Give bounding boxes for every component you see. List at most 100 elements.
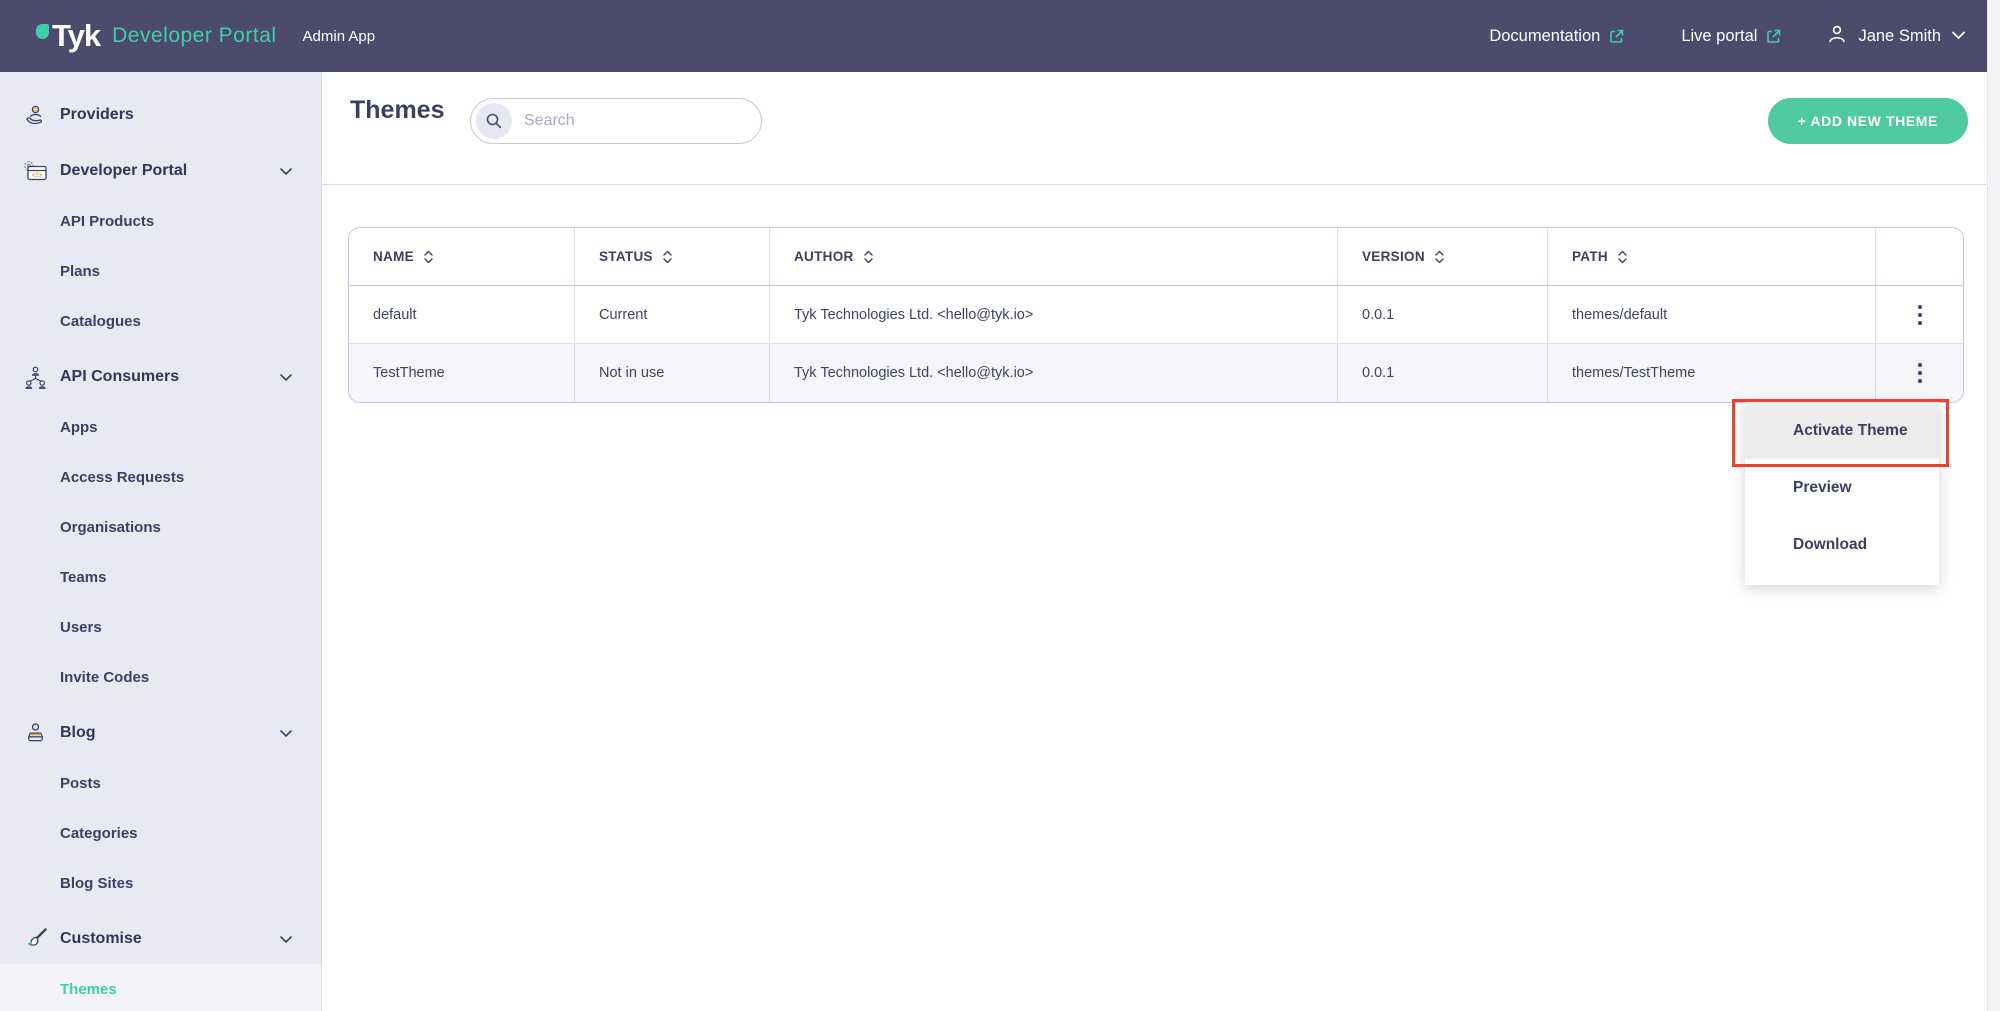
column-header-author[interactable]: AUTHOR: [770, 228, 1338, 286]
sidebar-item-providers[interactable]: Providers: [0, 90, 321, 140]
sidebar-item-api-products[interactable]: API Products: [0, 196, 321, 246]
providers-icon: [20, 102, 50, 129]
sidebar-item-organisations[interactable]: Organisations: [0, 502, 321, 552]
live-portal-link-label: Live portal: [1681, 27, 1757, 46]
user-menu[interactable]: Jane Smith: [1826, 23, 1966, 50]
themes-table: NAME STATUS AUTHOR VERSION PATH defa: [348, 227, 1964, 403]
kebab-menu-icon[interactable]: [1906, 297, 1934, 333]
column-header-path[interactable]: PATH: [1548, 228, 1876, 286]
sidebar-item-plans[interactable]: Plans: [0, 246, 321, 296]
column-header-name[interactable]: NAME: [349, 228, 575, 286]
app-label: Admin App: [303, 28, 376, 45]
search-box[interactable]: [470, 98, 762, 144]
table-header-row: NAME STATUS AUTHOR VERSION PATH: [349, 228, 1963, 286]
sidebar-item-label: Posts: [60, 775, 101, 792]
sidebar-item-label: Teams: [60, 569, 106, 586]
menu-item-download[interactable]: Download: [1745, 516, 1939, 573]
sidebar-item-customise[interactable]: Customise: [0, 914, 321, 964]
row-context-menu: Activate Theme Preview Download: [1745, 402, 1939, 585]
sidebar-item-label: Categories: [60, 825, 138, 842]
cell-path: themes/default: [1548, 286, 1876, 344]
menu-item-activate-theme[interactable]: Activate Theme: [1745, 402, 1939, 459]
sidebar-item-blog-sites[interactable]: Blog Sites: [0, 858, 321, 908]
column-header-label: NAME: [373, 249, 414, 264]
sidebar-item-catalogues[interactable]: Catalogues: [0, 296, 321, 346]
sidebar-item-label: Users: [60, 619, 102, 636]
live-portal-link[interactable]: Live portal: [1681, 27, 1782, 46]
add-new-theme-button[interactable]: + ADD NEW THEME: [1768, 98, 1968, 144]
sidebar-item-posts[interactable]: Posts: [0, 758, 321, 808]
search-icon: [476, 103, 512, 139]
sidebar: Providers </> Developer Portal API Produ…: [0, 72, 322, 1011]
blog-icon: [20, 720, 50, 747]
external-link-icon: [1765, 28, 1782, 45]
menu-item-preview[interactable]: Preview: [1745, 459, 1939, 516]
sort-icon[interactable]: [863, 249, 874, 265]
sidebar-item-label: Access Requests: [60, 469, 184, 486]
sidebar-item-label: Catalogues: [60, 313, 141, 330]
sidebar-item-developer-portal[interactable]: </> Developer Portal: [0, 146, 321, 196]
user-icon: [1826, 23, 1848, 50]
sidebar-item-label: API Consumers: [60, 368, 179, 386]
sidebar-item-label: Apps: [60, 419, 98, 436]
svg-text:</>: </>: [31, 170, 41, 179]
column-header-actions: [1876, 228, 1963, 286]
sidebar-item-blog[interactable]: Blog: [0, 708, 321, 758]
developer-portal-icon: </>: [20, 158, 50, 185]
sidebar-item-label: Themes: [60, 981, 117, 998]
column-header-version[interactable]: VERSION: [1338, 228, 1548, 286]
sidebar-item-api-consumers[interactable]: API Consumers: [0, 352, 321, 402]
cell-version: 0.0.1: [1338, 344, 1548, 402]
user-name: Jane Smith: [1858, 27, 1941, 46]
sort-icon[interactable]: [423, 249, 434, 265]
column-header-status[interactable]: STATUS: [575, 228, 770, 286]
sort-icon[interactable]: [1434, 249, 1445, 265]
page-scrollbar[interactable]: [1987, 0, 2000, 1011]
sidebar-item-label: Invite Codes: [60, 669, 149, 686]
sidebar-item-label: Plans: [60, 263, 100, 280]
sidebar-item-teams[interactable]: Teams: [0, 552, 321, 602]
cell-name: TestTheme: [349, 344, 575, 402]
sidebar-item-categories[interactable]: Categories: [0, 808, 321, 858]
column-header-label: STATUS: [599, 249, 653, 264]
sidebar-item-label: Customise: [60, 930, 142, 948]
documentation-link[interactable]: Documentation: [1489, 27, 1625, 46]
tyk-leaf-icon: [36, 24, 49, 39]
column-header-label: PATH: [1572, 249, 1608, 264]
sidebar-item-label: API Products: [60, 213, 154, 230]
cell-status: Not in use: [575, 344, 770, 402]
cell-path: themes/TestTheme: [1548, 344, 1876, 402]
column-header-label: VERSION: [1362, 249, 1425, 264]
cell-author: Tyk Technologies Ltd. <hello@tyk.io>: [770, 286, 1338, 344]
chevron-down-icon[interactable]: [279, 167, 293, 176]
sidebar-item-label: Blog Sites: [60, 875, 133, 892]
documentation-link-label: Documentation: [1489, 27, 1600, 46]
sidebar-item-apps[interactable]: Apps: [0, 402, 321, 452]
logo-subtitle: Developer Portal: [112, 24, 276, 48]
sidebar-item-themes[interactable]: Themes: [0, 964, 321, 1011]
table-row: TestTheme Not in use Tyk Technologies Lt…: [349, 344, 1963, 402]
cell-name: default: [349, 286, 575, 344]
chevron-down-icon: [1951, 27, 1966, 45]
logo-text: Tyk: [52, 18, 100, 54]
cell-status: Current: [575, 286, 770, 344]
external-link-icon: [1608, 28, 1625, 45]
chevron-down-icon[interactable]: [279, 935, 293, 944]
sidebar-item-label: Blog: [60, 724, 96, 742]
kebab-menu-icon[interactable]: [1906, 355, 1934, 391]
sidebar-item-access-requests[interactable]: Access Requests: [0, 452, 321, 502]
sort-icon[interactable]: [662, 249, 673, 265]
customise-icon: [20, 926, 50, 953]
sort-icon[interactable]: [1617, 249, 1628, 265]
header-divider: [322, 184, 1986, 185]
sidebar-item-invite-codes[interactable]: Invite Codes: [0, 652, 321, 702]
search-input[interactable]: [524, 112, 734, 130]
sidebar-item-users[interactable]: Users: [0, 602, 321, 652]
sidebar-item-label: Providers: [60, 106, 134, 124]
sidebar-item-label: Developer Portal: [60, 162, 187, 180]
chevron-down-icon[interactable]: [279, 729, 293, 738]
cell-author: Tyk Technologies Ltd. <hello@tyk.io>: [770, 344, 1338, 402]
chevron-down-icon[interactable]: [279, 373, 293, 382]
api-consumers-icon: [20, 364, 50, 391]
tyk-logo[interactable]: Tyk Developer Portal: [36, 18, 277, 54]
